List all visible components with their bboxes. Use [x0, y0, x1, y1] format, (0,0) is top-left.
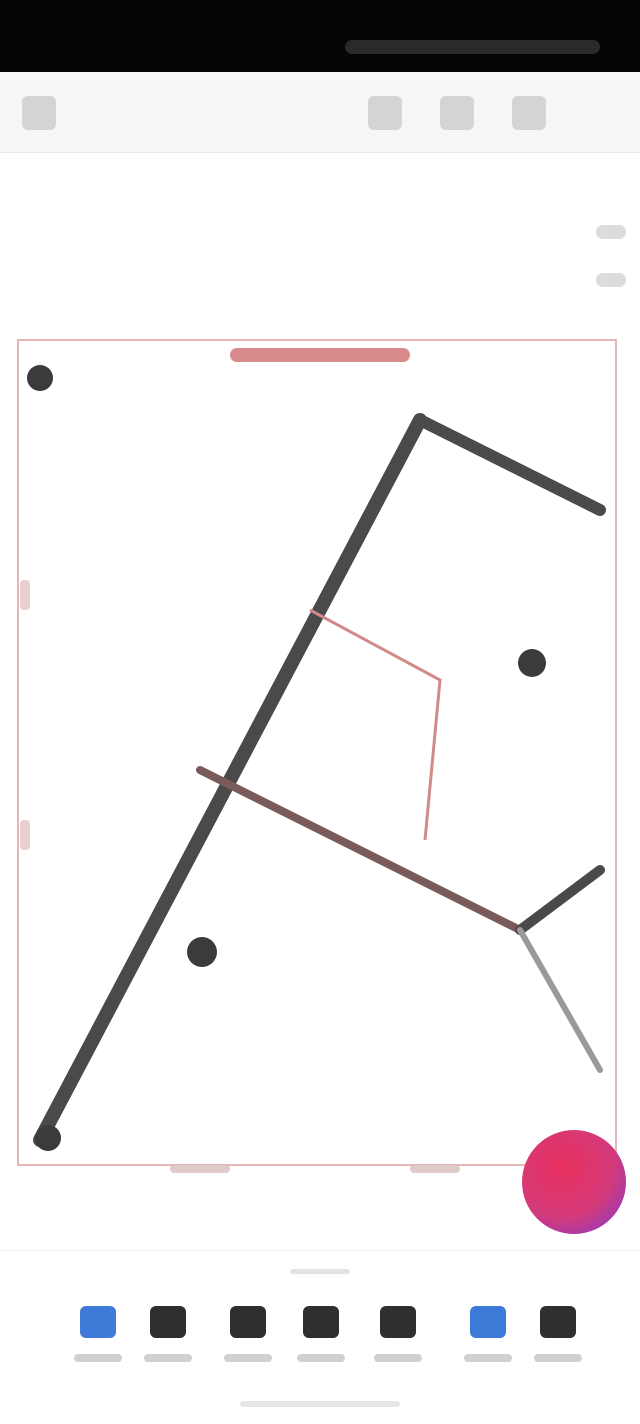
dimension-label-top	[230, 348, 410, 362]
floor-plan-drawing[interactable]	[0, 310, 640, 1210]
more-icon[interactable]	[512, 96, 546, 130]
wall-inner[interactable]	[196, 766, 524, 934]
text-icon	[380, 1306, 416, 1338]
floor-plan-canvas[interactable]	[0, 310, 640, 1210]
dimension-label-bottom-left	[170, 1165, 230, 1173]
sheet-handle[interactable]	[290, 1269, 350, 1274]
home-indicator	[240, 1401, 400, 1407]
plan-boundary	[17, 339, 617, 1166]
tool-door[interactable]	[142, 1306, 194, 1396]
dimension-label-left-lower	[20, 820, 30, 850]
door-icon	[150, 1306, 186, 1338]
tool-dimension[interactable]	[462, 1306, 514, 1396]
tool-furniture[interactable]	[295, 1306, 347, 1396]
status-indicators	[345, 40, 600, 54]
tool-window[interactable]	[222, 1306, 274, 1396]
wall-diagonal[interactable]	[33, 413, 427, 1147]
bottom-toolbar	[0, 1250, 640, 1424]
window-icon	[230, 1306, 266, 1338]
back-icon[interactable]	[22, 96, 56, 130]
option-toggle-2[interactable]	[596, 273, 626, 287]
wall-icon	[80, 1306, 116, 1338]
handle-right[interactable]	[518, 649, 546, 677]
wall-top-right[interactable]	[414, 414, 606, 516]
wall-right-lower[interactable]	[517, 927, 603, 1073]
layers-icon	[540, 1306, 576, 1338]
dimension-label-left-upper	[20, 580, 30, 610]
dimension-icon	[470, 1306, 506, 1338]
handle-bottom-left[interactable]	[35, 1125, 61, 1151]
top-toolbar	[0, 72, 640, 153]
dimension-label-bottom-right	[410, 1165, 460, 1173]
status-bar	[0, 0, 640, 72]
tool-wall[interactable]	[72, 1306, 124, 1396]
undo-icon[interactable]	[368, 96, 402, 130]
add-button[interactable]	[522, 1130, 626, 1234]
handle-top-left[interactable]	[27, 365, 53, 391]
handle-center[interactable]	[187, 937, 217, 967]
option-toggle-1[interactable]	[596, 225, 626, 239]
tool-text[interactable]	[372, 1306, 424, 1396]
furniture-icon	[303, 1306, 339, 1338]
view-options	[596, 225, 626, 287]
tool-layers[interactable]	[532, 1306, 584, 1396]
room-outline[interactable]	[309, 608, 442, 841]
wall-right-joint[interactable]	[515, 865, 605, 935]
redo-icon[interactable]	[440, 96, 474, 130]
